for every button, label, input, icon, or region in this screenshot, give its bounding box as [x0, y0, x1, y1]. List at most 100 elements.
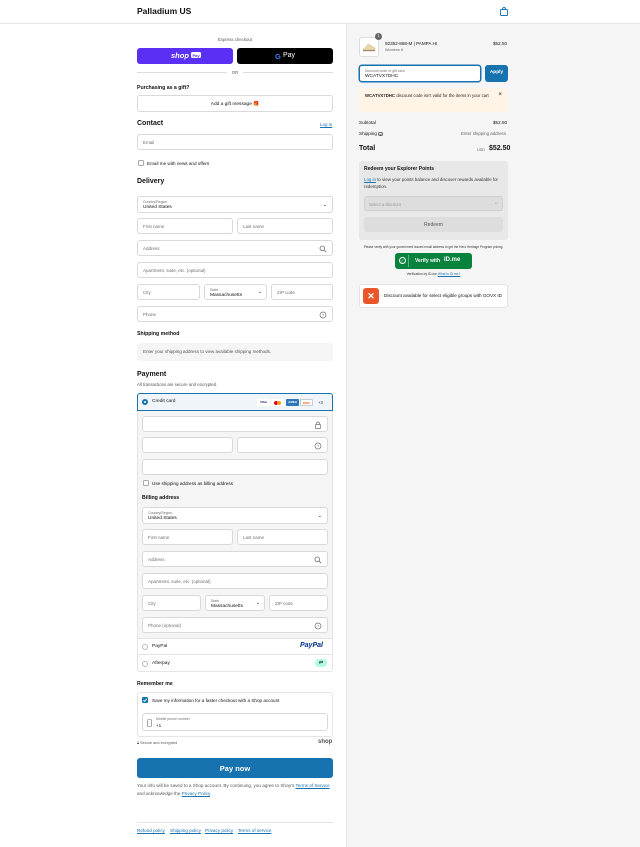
- help-icon[interactable]: ?: [314, 622, 322, 630]
- shop-pay-button[interactable]: shop Pay: [137, 48, 233, 64]
- zip-field[interactable]: ZIP code: [271, 284, 333, 300]
- billing-title: Billing address: [142, 495, 180, 501]
- lock-icon: 🔒︎: [137, 741, 140, 745]
- rewards-login-link[interactable]: Log in: [364, 177, 376, 182]
- svg-text:?: ?: [317, 624, 320, 629]
- mobile-icon: [147, 719, 152, 727]
- what-is-idme-link[interactable]: What is ID.me?: [438, 272, 461, 276]
- google-pay-button[interactable]: G Pay: [237, 48, 333, 64]
- news-checkbox[interactable]: [138, 160, 144, 166]
- billing-last-name-field[interactable]: Last name: [237, 529, 328, 545]
- last-name-field[interactable]: Last name: [237, 218, 333, 234]
- security-code-field[interactable]: ?: [237, 437, 328, 453]
- divider: [243, 72, 333, 73]
- discount-code-input[interactable]: Discount code or gift card WCATVX7DHC: [359, 65, 481, 82]
- paypal-label: PayPal: [152, 644, 168, 649]
- contact-title: Contact: [137, 120, 164, 127]
- item-name: 92352-868-M | PAMPA HI: [385, 41, 438, 46]
- billing-address-field[interactable]: Address: [142, 551, 328, 567]
- amex-icon: AMEX: [286, 399, 299, 406]
- rewards-title: Redeem your Explorer Points: [364, 166, 435, 172]
- phone-field[interactable]: Phone ?: [137, 306, 333, 322]
- delivery-title: Delivery: [137, 178, 165, 185]
- email-field[interactable]: Email: [137, 134, 333, 150]
- save-info-label: Save my information for a faster checkou…: [152, 698, 280, 703]
- state-select[interactable]: State Massachusetts ⌄: [204, 284, 267, 300]
- secure-note: 🔒︎ Secure and encrypted: [137, 741, 178, 745]
- use-shipping-checkbox[interactable]: [143, 480, 149, 486]
- afterpay-radio[interactable]: [142, 661, 148, 667]
- privacy-link[interactable]: Privacy Policy: [182, 791, 210, 796]
- search-icon: [314, 556, 322, 564]
- address-field[interactable]: Address: [137, 240, 333, 256]
- currency-label: USD: [477, 148, 486, 152]
- billing-zip-field[interactable]: ZIP code: [269, 595, 328, 611]
- add-gift-message-button[interactable]: Add a gift message 🎁: [137, 95, 333, 112]
- privacy-policy-link[interactable]: Privacy policy: [205, 828, 233, 833]
- mobile-phone-field[interactable]: Mobile phone number +1: [142, 713, 328, 731]
- city-field[interactable]: City: [137, 284, 200, 300]
- shield-check-icon: ✓: [397, 255, 409, 267]
- first-name-field[interactable]: First name: [137, 218, 233, 234]
- login-link[interactable]: Log in: [320, 122, 332, 127]
- total-label: Total: [359, 145, 376, 152]
- credit-card-radio[interactable]: [142, 399, 148, 405]
- afterpay-label: Afterpay: [152, 661, 170, 666]
- chevron-down-icon: ⌄: [317, 513, 322, 519]
- card-number-field[interactable]: [142, 416, 328, 432]
- shipping-method-note: Enter your shipping address to view avai…: [137, 343, 333, 361]
- svg-text:?: ?: [317, 444, 320, 449]
- use-shipping-label: Use shipping address as billing address: [152, 481, 233, 486]
- product-thumbnail: [359, 37, 379, 57]
- save-info-checkbox[interactable]: [142, 697, 148, 703]
- billing-city-field[interactable]: City: [142, 595, 201, 611]
- idme-verified-by: Verification by ID.me What is ID.me?: [406, 272, 461, 276]
- paypal-radio[interactable]: [142, 644, 148, 650]
- billing-apartment-field[interactable]: Apartment, suite, etc. (optional): [142, 573, 328, 589]
- item-price: $52.50: [493, 41, 508, 46]
- close-icon[interactable]: ×: [498, 92, 502, 98]
- shoe-icon: [362, 43, 376, 52]
- expiration-field[interactable]: [142, 437, 233, 453]
- mastercard-icon: [271, 399, 284, 406]
- redeem-button[interactable]: Redeem: [364, 217, 503, 232]
- lock-icon: [315, 421, 321, 429]
- gift-title: Purchasing as a gift?: [137, 85, 190, 91]
- billing-first-name-field[interactable]: First name: [142, 529, 233, 545]
- terms-link[interactable]: Terms of Service: [295, 783, 329, 788]
- rewards-text: Log in to view your points balance and d…: [364, 177, 499, 189]
- govx-logo-icon: ✕: [363, 288, 379, 304]
- apply-button[interactable]: Apply: [485, 65, 508, 82]
- billing-state-select[interactable]: State Massachusetts ⌄: [205, 595, 265, 611]
- pay-now-button[interactable]: Pay now: [137, 758, 333, 778]
- discover-icon: DISC: [300, 399, 313, 406]
- shop-logo-icon: shop: [318, 739, 333, 745]
- govx-banner[interactable]: ✕ Discount available for select eligible…: [359, 284, 508, 308]
- help-icon[interactable]: ?: [378, 131, 383, 136]
- legal-text: Your info will be saved to a Shop accoun…: [137, 783, 330, 796]
- shipping-method-title: Shipping method: [137, 331, 180, 337]
- google-g-icon: G: [275, 51, 281, 61]
- express-checkout-title: Express checkout: [218, 37, 252, 42]
- refund-policy-link[interactable]: Refund policy: [137, 828, 165, 833]
- terms-of-service-link[interactable]: Terms of service: [238, 828, 271, 833]
- search-icon: [319, 245, 327, 253]
- apartment-field[interactable]: Apartment, suite, etc. (optional): [137, 262, 333, 278]
- cart-bag-icon[interactable]: [500, 7, 508, 16]
- discount-select[interactable]: Select a discount ⌄: [364, 196, 503, 211]
- divider: [137, 72, 227, 73]
- afterpay-logo-icon: ⇄: [315, 659, 327, 667]
- paypal-logo-icon: PayPal: [300, 642, 323, 649]
- chevron-down-icon: ⌄: [255, 600, 260, 606]
- shipping-policy-link[interactable]: Shipping policy: [170, 828, 201, 833]
- total-value: $52.50: [489, 145, 511, 152]
- billing-country-select[interactable]: Country/Region United States ⌄: [142, 507, 328, 524]
- help-icon[interactable]: ?: [314, 442, 322, 450]
- verify-idme-button[interactable]: ✓ Verify with ID.me: [395, 253, 472, 269]
- billing-phone-field[interactable]: Phone (optional) ?: [142, 617, 328, 633]
- chevron-down-icon: ⌄: [322, 202, 327, 208]
- help-icon[interactable]: ?: [319, 311, 327, 319]
- name-on-card-field[interactable]: [142, 459, 328, 475]
- brand-logo[interactable]: Palladium US: [137, 6, 191, 16]
- country-select[interactable]: Country/Region United States ⌄: [137, 196, 333, 213]
